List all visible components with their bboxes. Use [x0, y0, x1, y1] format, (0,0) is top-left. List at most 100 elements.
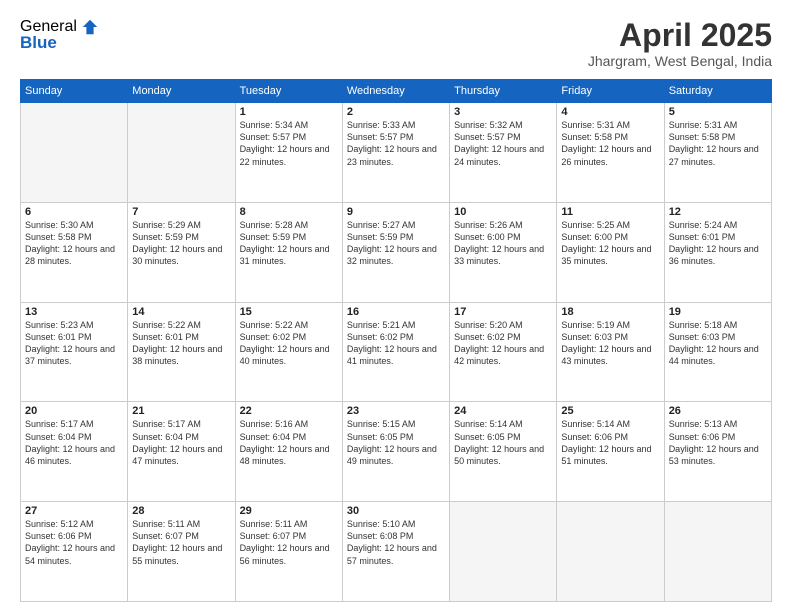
day-info: Sunrise: 5:24 AMSunset: 6:01 PMDaylight:…: [669, 219, 767, 268]
col-thursday: Thursday: [450, 80, 557, 103]
sunrise-text: Sunrise: 5:10 AM: [347, 518, 445, 530]
day-info: Sunrise: 5:31 AMSunset: 5:58 PMDaylight:…: [561, 119, 659, 168]
sunset-text: Sunset: 5:59 PM: [347, 231, 445, 243]
sunset-text: Sunset: 5:57 PM: [454, 131, 552, 143]
day-number: 19: [669, 306, 767, 318]
sunset-text: Sunset: 5:57 PM: [240, 131, 338, 143]
col-tuesday: Tuesday: [235, 80, 342, 103]
sunset-text: Sunset: 6:07 PM: [240, 530, 338, 542]
day-info: Sunrise: 5:12 AMSunset: 6:06 PMDaylight:…: [25, 518, 123, 567]
table-row: 14Sunrise: 5:22 AMSunset: 6:01 PMDayligh…: [128, 302, 235, 402]
day-number: 20: [25, 405, 123, 417]
daylight-text: Daylight: 12 hours and 47 minutes.: [132, 443, 230, 467]
table-row: 11Sunrise: 5:25 AMSunset: 6:00 PMDayligh…: [557, 202, 664, 302]
sunset-text: Sunset: 5:58 PM: [25, 231, 123, 243]
sunset-text: Sunset: 6:01 PM: [132, 331, 230, 343]
location: Jhargram, West Bengal, India: [588, 53, 772, 69]
sunrise-text: Sunrise: 5:11 AM: [132, 518, 230, 530]
day-number: 30: [347, 505, 445, 517]
day-info: Sunrise: 5:16 AMSunset: 6:04 PMDaylight:…: [240, 418, 338, 467]
sunset-text: Sunset: 6:04 PM: [132, 431, 230, 443]
table-row: [21, 103, 128, 203]
day-info: Sunrise: 5:10 AMSunset: 6:08 PMDaylight:…: [347, 518, 445, 567]
sunrise-text: Sunrise: 5:32 AM: [454, 119, 552, 131]
logo: General Blue: [20, 18, 99, 53]
sunrise-text: Sunrise: 5:18 AM: [669, 319, 767, 331]
day-info: Sunrise: 5:33 AMSunset: 5:57 PMDaylight:…: [347, 119, 445, 168]
table-row: [128, 103, 235, 203]
daylight-text: Daylight: 12 hours and 40 minutes.: [240, 343, 338, 367]
sunrise-text: Sunrise: 5:13 AM: [669, 418, 767, 430]
daylight-text: Daylight: 12 hours and 46 minutes.: [25, 443, 123, 467]
table-row: 10Sunrise: 5:26 AMSunset: 6:00 PMDayligh…: [450, 202, 557, 302]
day-number: 27: [25, 505, 123, 517]
daylight-text: Daylight: 12 hours and 55 minutes.: [132, 542, 230, 566]
daylight-text: Daylight: 12 hours and 48 minutes.: [240, 443, 338, 467]
sunset-text: Sunset: 5:59 PM: [240, 231, 338, 243]
calendar-header-row: Sunday Monday Tuesday Wednesday Thursday…: [21, 80, 772, 103]
sunset-text: Sunset: 5:59 PM: [132, 231, 230, 243]
sunset-text: Sunset: 6:02 PM: [454, 331, 552, 343]
sunrise-text: Sunrise: 5:14 AM: [561, 418, 659, 430]
day-number: 2: [347, 106, 445, 118]
day-info: Sunrise: 5:30 AMSunset: 5:58 PMDaylight:…: [25, 219, 123, 268]
sunset-text: Sunset: 5:58 PM: [669, 131, 767, 143]
table-row: 17Sunrise: 5:20 AMSunset: 6:02 PMDayligh…: [450, 302, 557, 402]
sunrise-text: Sunrise: 5:22 AM: [240, 319, 338, 331]
daylight-text: Daylight: 12 hours and 26 minutes.: [561, 143, 659, 167]
table-row: 7Sunrise: 5:29 AMSunset: 5:59 PMDaylight…: [128, 202, 235, 302]
sunrise-text: Sunrise: 5:31 AM: [561, 119, 659, 131]
sunrise-text: Sunrise: 5:27 AM: [347, 219, 445, 231]
sunrise-text: Sunrise: 5:30 AM: [25, 219, 123, 231]
sunset-text: Sunset: 6:02 PM: [240, 331, 338, 343]
calendar-week-row: 20Sunrise: 5:17 AMSunset: 6:04 PMDayligh…: [21, 402, 772, 502]
day-info: Sunrise: 5:15 AMSunset: 6:05 PMDaylight:…: [347, 418, 445, 467]
day-info: Sunrise: 5:11 AMSunset: 6:07 PMDaylight:…: [132, 518, 230, 567]
day-number: 11: [561, 206, 659, 218]
sunset-text: Sunset: 6:02 PM: [347, 331, 445, 343]
table-row: 26Sunrise: 5:13 AMSunset: 6:06 PMDayligh…: [664, 402, 771, 502]
day-info: Sunrise: 5:20 AMSunset: 6:02 PMDaylight:…: [454, 319, 552, 368]
daylight-text: Daylight: 12 hours and 28 minutes.: [25, 243, 123, 267]
day-info: Sunrise: 5:32 AMSunset: 5:57 PMDaylight:…: [454, 119, 552, 168]
day-info: Sunrise: 5:23 AMSunset: 6:01 PMDaylight:…: [25, 319, 123, 368]
day-number: 24: [454, 405, 552, 417]
sunrise-text: Sunrise: 5:21 AM: [347, 319, 445, 331]
table-row: [557, 502, 664, 602]
calendar-week-row: 6Sunrise: 5:30 AMSunset: 5:58 PMDaylight…: [21, 202, 772, 302]
sunrise-text: Sunrise: 5:26 AM: [454, 219, 552, 231]
day-number: 12: [669, 206, 767, 218]
daylight-text: Daylight: 12 hours and 56 minutes.: [240, 542, 338, 566]
sunset-text: Sunset: 6:00 PM: [454, 231, 552, 243]
day-info: Sunrise: 5:14 AMSunset: 6:05 PMDaylight:…: [454, 418, 552, 467]
day-info: Sunrise: 5:26 AMSunset: 6:00 PMDaylight:…: [454, 219, 552, 268]
table-row: 19Sunrise: 5:18 AMSunset: 6:03 PMDayligh…: [664, 302, 771, 402]
sunset-text: Sunset: 5:58 PM: [561, 131, 659, 143]
sunset-text: Sunset: 6:06 PM: [561, 431, 659, 443]
sunrise-text: Sunrise: 5:23 AM: [25, 319, 123, 331]
table-row: 25Sunrise: 5:14 AMSunset: 6:06 PMDayligh…: [557, 402, 664, 502]
table-row: 3Sunrise: 5:32 AMSunset: 5:57 PMDaylight…: [450, 103, 557, 203]
calendar-week-row: 27Sunrise: 5:12 AMSunset: 6:06 PMDayligh…: [21, 502, 772, 602]
table-row: 16Sunrise: 5:21 AMSunset: 6:02 PMDayligh…: [342, 302, 449, 402]
daylight-text: Daylight: 12 hours and 33 minutes.: [454, 243, 552, 267]
day-info: Sunrise: 5:21 AMSunset: 6:02 PMDaylight:…: [347, 319, 445, 368]
day-number: 29: [240, 505, 338, 517]
table-row: 18Sunrise: 5:19 AMSunset: 6:03 PMDayligh…: [557, 302, 664, 402]
day-number: 23: [347, 405, 445, 417]
sunrise-text: Sunrise: 5:34 AM: [240, 119, 338, 131]
month-title: April 2025: [588, 18, 772, 53]
daylight-text: Daylight: 12 hours and 54 minutes.: [25, 542, 123, 566]
day-info: Sunrise: 5:13 AMSunset: 6:06 PMDaylight:…: [669, 418, 767, 467]
table-row: 12Sunrise: 5:24 AMSunset: 6:01 PMDayligh…: [664, 202, 771, 302]
table-row: 20Sunrise: 5:17 AMSunset: 6:04 PMDayligh…: [21, 402, 128, 502]
daylight-text: Daylight: 12 hours and 50 minutes.: [454, 443, 552, 467]
logo-icon: [81, 18, 99, 36]
daylight-text: Daylight: 12 hours and 35 minutes.: [561, 243, 659, 267]
day-info: Sunrise: 5:18 AMSunset: 6:03 PMDaylight:…: [669, 319, 767, 368]
table-row: 23Sunrise: 5:15 AMSunset: 6:05 PMDayligh…: [342, 402, 449, 502]
header: General Blue April 2025 Jhargram, West B…: [20, 18, 772, 69]
day-number: 8: [240, 206, 338, 218]
daylight-text: Daylight: 12 hours and 30 minutes.: [132, 243, 230, 267]
sunset-text: Sunset: 6:03 PM: [669, 331, 767, 343]
